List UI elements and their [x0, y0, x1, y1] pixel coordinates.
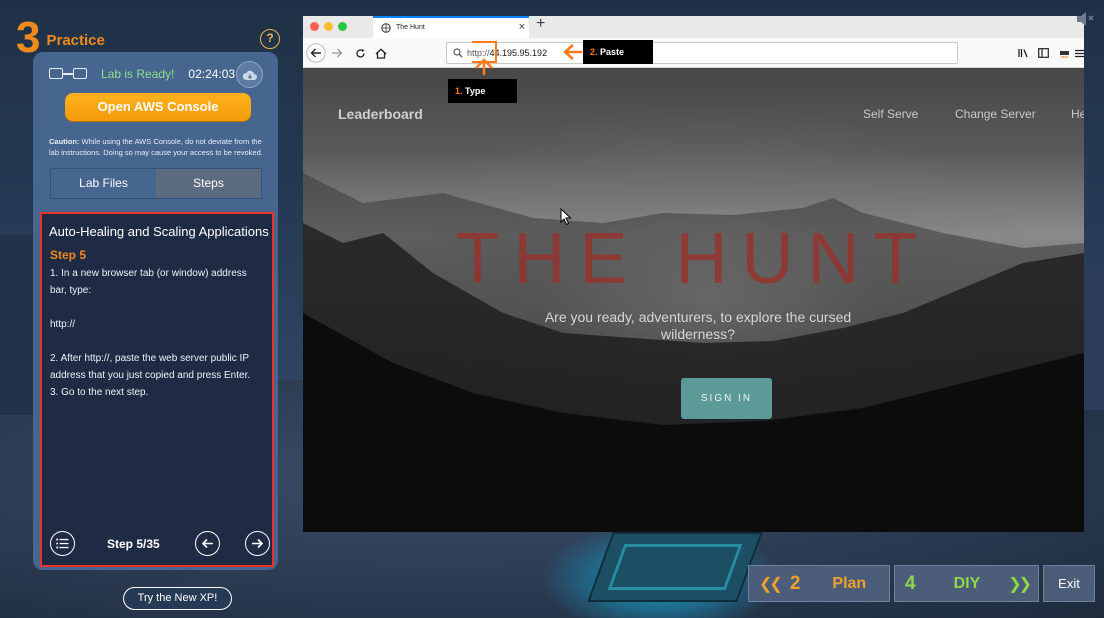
diy-nav-button[interactable]: 4 DIY ❯❯: [894, 565, 1039, 602]
sidebar-icon[interactable]: [1037, 38, 1049, 68]
step-heading: Step 5: [50, 248, 87, 262]
hero-title: THE HUNT: [455, 219, 932, 299]
double-chevron-right-icon: ❯❯: [1008, 575, 1032, 593]
nav-link-self-serve[interactable]: Self Serve: [863, 107, 918, 121]
minimize-window-button[interactable]: [324, 22, 333, 31]
panel-tabs: Lab Files Steps: [50, 168, 262, 199]
steps-title: Auto-Healing and Scaling Applications: [49, 224, 269, 239]
background-pedestal: [587, 532, 763, 602]
forward-button[interactable]: [330, 38, 344, 68]
caution-text: Caution: While using the AWS Console, do…: [49, 136, 271, 158]
list-menu-button[interactable]: [50, 531, 75, 556]
step-counter: Step 5/35: [107, 537, 160, 551]
close-tab-icon[interactable]: ×: [519, 18, 525, 37]
try-new-xp-button[interactable]: Try the New XP!: [123, 587, 232, 610]
annotation-type-text: Type: [462, 86, 486, 96]
arrow-left-icon: [306, 43, 326, 63]
plan-label: Plan: [832, 574, 867, 592]
open-aws-console-button[interactable]: Open AWS Console: [65, 93, 251, 121]
tab-steps[interactable]: Steps: [156, 169, 261, 198]
speaker-icon[interactable]: [1076, 10, 1096, 28]
step-line: [50, 299, 260, 316]
annotation-paste-num: 2.: [590, 47, 598, 57]
new-tab-button[interactable]: +: [536, 16, 545, 33]
step-instructions: 1. In a new browser tab (or window) addr…: [50, 265, 260, 401]
sign-in-button[interactable]: SIGN IN: [681, 378, 772, 419]
step-line: [50, 333, 260, 350]
caution-body: While using the AWS Console, do not devi…: [49, 137, 263, 157]
menu-icon[interactable]: [1074, 38, 1084, 68]
plan-number: 2: [789, 572, 801, 594]
mouse-cursor-icon: [560, 208, 572, 226]
browser-window: The Hunt × + http://44.195.95.192 Leader…: [303, 16, 1084, 532]
nav-link-help[interactable]: He: [1071, 107, 1084, 121]
annotation-type-label: 1. Type: [448, 79, 517, 103]
nav-brand-link[interactable]: Leaderboard: [338, 106, 423, 122]
extension-icon[interactable]: [1058, 38, 1070, 68]
search-icon: [453, 48, 463, 58]
annotation-paste-text: Paste: [597, 47, 625, 57]
next-step-button[interactable]: [245, 531, 270, 556]
steps-content: Auto-Healing and Scaling Applications St…: [40, 212, 274, 567]
list-icon: [56, 538, 69, 549]
arrow-left-icon: [201, 538, 213, 549]
reload-icon: [355, 48, 365, 58]
previous-step-button[interactable]: [195, 531, 220, 556]
plan-nav-button[interactable]: ❮❮ 2 Plan: [748, 565, 890, 602]
tab-lab-files[interactable]: Lab Files: [51, 169, 156, 198]
webpage-hero: Leaderboard Self Serve Change Server He …: [303, 68, 1084, 532]
arrow-right-icon: [332, 48, 343, 58]
step-line: 1. In a new browser tab (or window) addr…: [50, 268, 247, 296]
library-icon[interactable]: [1017, 38, 1029, 68]
back-button[interactable]: [306, 38, 326, 68]
lab-status: Lab is Ready!: [101, 67, 175, 81]
browser-tab[interactable]: The Hunt ×: [373, 16, 529, 38]
cloud-download-icon[interactable]: [236, 61, 263, 88]
step-line: 2. After http://, paste the web server p…: [50, 353, 251, 381]
close-window-button[interactable]: [310, 22, 319, 31]
diy-label: DIY: [953, 574, 981, 592]
double-chevron-left-icon: ❮❮: [759, 575, 783, 593]
lab-status-row: Lab is Ready! 02:24:03: [49, 67, 267, 81]
lab-timer: 02:24:03: [188, 67, 236, 81]
browser-tab-title: The Hunt: [396, 24, 425, 31]
lab-panel: Lab is Ready! 02:24:03 Open AWS Console …: [33, 52, 278, 570]
nav-link-change-server[interactable]: Change Server: [955, 107, 1036, 121]
section-number: 3: [16, 13, 41, 62]
arrow-right-icon: [252, 538, 264, 549]
globe-icon: [381, 23, 391, 33]
connection-icon: [49, 68, 89, 80]
browser-toolbar: http://44.195.95.192: [303, 38, 1084, 68]
hero-subtitle: Are you ready, adventurers, to explore t…: [544, 309, 852, 342]
reload-button[interactable]: [353, 38, 367, 68]
home-icon: [375, 47, 387, 59]
step-navigation: Step 5/35: [50, 531, 270, 559]
annotation-paste-label: 2. Paste: [583, 40, 653, 64]
caution-prefix: Caution:: [49, 137, 80, 146]
diy-number: 4: [905, 572, 916, 594]
exit-button[interactable]: Exit: [1043, 565, 1095, 602]
home-button[interactable]: [374, 38, 388, 68]
maximize-window-button[interactable]: [338, 22, 347, 31]
help-button[interactable]: ?: [260, 29, 280, 49]
browser-titlebar: The Hunt × +: [303, 16, 1084, 38]
step-line: 3. Go to the next step.: [50, 387, 149, 398]
annotation-type-num: 1.: [455, 86, 463, 96]
section-label: Practice: [46, 31, 105, 49]
step-line: http://: [50, 319, 76, 330]
annotation-arrows: [472, 41, 582, 75]
